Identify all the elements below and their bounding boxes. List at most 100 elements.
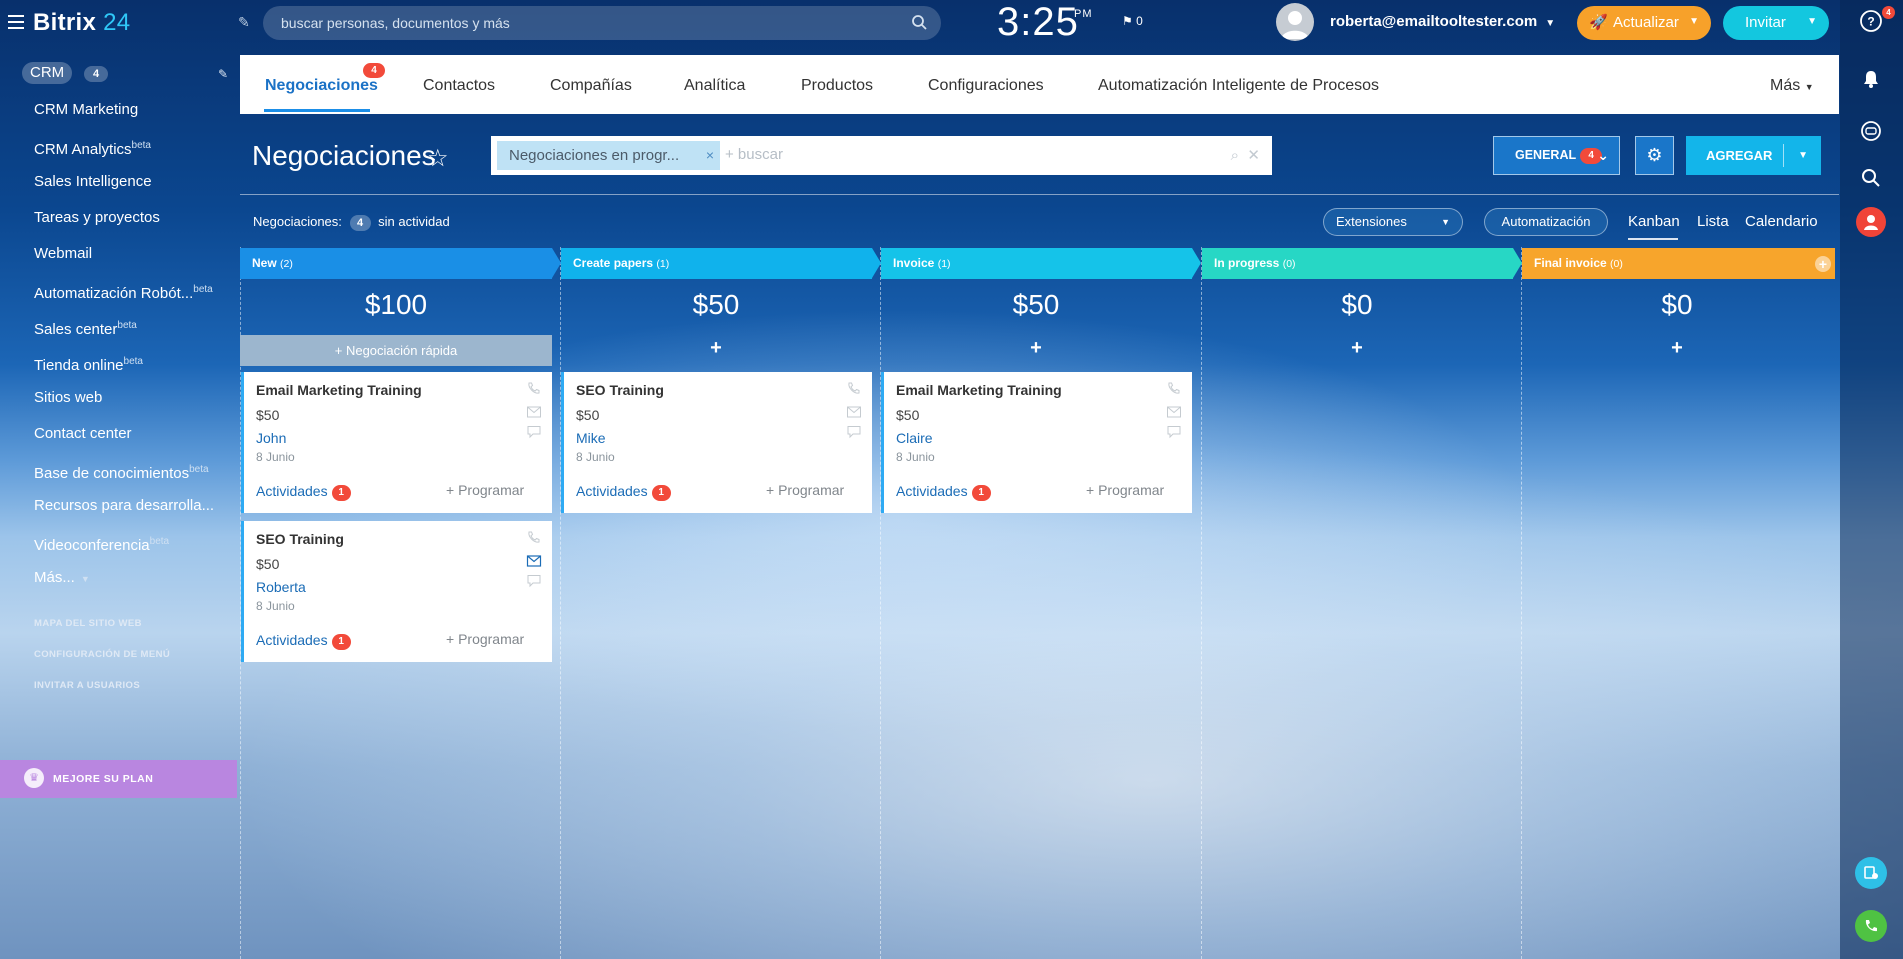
phone-icon[interactable]: [526, 382, 542, 396]
notifications-bell-icon[interactable]: [1858, 66, 1884, 92]
filter-search-input[interactable]: Negociaciones en progr... × + buscar ⌕ ✕: [491, 136, 1272, 175]
sidebar-item-videoconference[interactable]: Videoconferenciabeta: [0, 529, 237, 565]
sidebar-item-websites[interactable]: Sitios web: [0, 385, 237, 421]
sidebar-item-robotic-automation[interactable]: Automatización Robót...beta: [0, 277, 237, 313]
tab-negociaciones[interactable]: Negociaciones: [265, 77, 378, 95]
close-icon[interactable]: ×: [706, 141, 714, 170]
add-deal-plus-icon[interactable]: +: [1201, 337, 1513, 360]
stage-header-in-progress[interactable]: In progress (0): [1202, 248, 1522, 279]
chevron-down-icon[interactable]: ▼: [1798, 136, 1808, 175]
activities-link[interactable]: Actividades 1: [576, 483, 671, 501]
flag-counter[interactable]: ⚑ 0: [1122, 14, 1143, 28]
sidebar-item-crm-marketing[interactable]: CRM Marketing: [0, 97, 237, 133]
view-calendario[interactable]: Calendario: [1745, 213, 1818, 230]
search-icon[interactable]: ⌕: [1231, 147, 1239, 164]
logo[interactable]: Bitrix 24: [33, 9, 130, 37]
schedule-link[interactable]: + Programar: [766, 482, 844, 498]
phone-icon[interactable]: [526, 531, 542, 545]
sidebar-item-developer-resources[interactable]: Recursos para desarrolla...: [0, 493, 237, 529]
search-icon[interactable]: [911, 14, 927, 30]
phone-icon[interactable]: [1855, 910, 1887, 942]
tab-analitica[interactable]: Analítica: [684, 77, 745, 95]
deal-contact-link[interactable]: Mike: [576, 430, 606, 446]
sidebar-item-sales-intelligence[interactable]: Sales Intelligence: [0, 169, 237, 205]
sidebar-item-sales-center[interactable]: Sales centerbeta: [0, 313, 237, 349]
deal-contact-link[interactable]: Roberta: [256, 579, 306, 595]
tab-automatizacion[interactable]: Automatización Inteligente de Procesos: [1098, 77, 1379, 95]
email-icon[interactable]: [1166, 405, 1182, 419]
sidebar-item-tasks[interactable]: Tareas y proyectos: [0, 205, 237, 241]
count-bubble[interactable]: 4: [349, 215, 371, 231]
email-icon[interactable]: [846, 405, 862, 419]
general-button[interactable]: GENERAL 4 ⌄: [1493, 136, 1620, 175]
add-button[interactable]: AGREGAR ▼: [1686, 136, 1821, 175]
stage-header-new[interactable]: New (2): [240, 248, 561, 279]
schedule-link[interactable]: + Programar: [446, 631, 524, 647]
add-deal-plus-icon[interactable]: +: [1521, 337, 1833, 360]
phone-icon[interactable]: [1166, 382, 1182, 396]
sidebar-item-webmail[interactable]: Webmail: [0, 241, 237, 277]
edit-pencil-icon[interactable]: ✎: [218, 67, 228, 81]
sidebar-item-online-store[interactable]: Tienda onlinebeta: [0, 349, 237, 385]
stage-header-final-invoice[interactable]: Final invoice (0) +: [1522, 248, 1835, 279]
deal-card[interactable]: Email Marketing Training $50 Claire 8 Ju…: [881, 372, 1192, 513]
comment-icon[interactable]: [846, 425, 862, 439]
sidebar-item-crm[interactable]: CRM: [22, 62, 73, 84]
comment-icon[interactable]: [526, 574, 542, 588]
schedule-link[interactable]: + Programar: [446, 482, 524, 498]
deal-card[interactable]: SEO Training $50 Roberta 8 Junio Activid…: [241, 521, 552, 662]
global-search-input[interactable]: buscar personas, documentos y más: [263, 6, 941, 40]
comment-icon[interactable]: [1166, 425, 1182, 439]
close-icon[interactable]: ✕: [1247, 147, 1260, 164]
deal-card[interactable]: Email Marketing Training $50 John 8 Juni…: [241, 372, 552, 513]
avatar[interactable]: [1276, 3, 1314, 41]
search-icon[interactable]: [1858, 165, 1884, 191]
document-chat-icon[interactable]: [1855, 857, 1887, 889]
settings-button[interactable]: ⚙: [1635, 136, 1674, 175]
sidebar-item-knowledge-base[interactable]: Base de conocimientosbeta: [0, 457, 237, 493]
sitemap-link[interactable]: MAPA DEL SITIO WEB: [34, 618, 170, 649]
update-button[interactable]: 🚀 Actualizar ▼: [1577, 6, 1711, 40]
deal-contact-link[interactable]: John: [256, 430, 286, 446]
email-icon[interactable]: [526, 554, 542, 568]
user-avatar-icon[interactable]: [1856, 207, 1886, 237]
add-deal-plus-icon[interactable]: +: [560, 337, 872, 360]
add-deal-plus-icon[interactable]: +: [880, 337, 1192, 360]
extensions-button[interactable]: Extensiones ▼: [1323, 208, 1463, 236]
sidebar-item-more[interactable]: Más... ▼: [0, 565, 237, 601]
add-stage-icon[interactable]: +: [1815, 256, 1831, 272]
sidebar-item-contact-center[interactable]: Contact center: [0, 421, 237, 457]
deal-title[interactable]: SEO Training: [576, 382, 664, 398]
deal-title[interactable]: SEO Training: [256, 531, 344, 547]
activities-link[interactable]: Actividades 1: [896, 483, 991, 501]
stage-header-invoice[interactable]: Invoice (1): [881, 248, 1201, 279]
comment-icon[interactable]: [526, 425, 542, 439]
tab-contactos[interactable]: Contactos: [423, 77, 495, 95]
help-icon[interactable]: ?: [1858, 8, 1884, 34]
deal-title[interactable]: Email Marketing Training: [256, 382, 422, 398]
filter-chip[interactable]: Negociaciones en progr... ×: [497, 141, 720, 170]
menu-icon[interactable]: [8, 15, 24, 29]
tab-companias[interactable]: Compañías: [550, 77, 632, 95]
view-lista[interactable]: Lista: [1697, 213, 1729, 230]
tab-configuraciones[interactable]: Configuraciones: [928, 77, 1044, 95]
deal-card[interactable]: SEO Training $50 Mike 8 Junio Actividade…: [561, 372, 872, 513]
view-kanban[interactable]: Kanban: [1628, 213, 1680, 230]
quick-deal-button[interactable]: + Negociación rápida: [240, 335, 552, 366]
user-menu[interactable]: roberta@emailtooltester.com ▼: [1330, 13, 1555, 30]
upgrade-plan-button[interactable]: ♛ MEJORE SU PLAN: [0, 760, 237, 798]
activities-link[interactable]: Actividades 1: [256, 483, 351, 501]
tab-more[interactable]: Más ▼: [1770, 77, 1814, 95]
chat-icon[interactable]: [1858, 118, 1884, 144]
pencil-icon[interactable]: ✎: [238, 14, 250, 31]
invite-button[interactable]: Invitar ▼: [1723, 6, 1829, 40]
invite-users-link[interactable]: INVITAR A USUARIOS: [34, 680, 170, 711]
schedule-link[interactable]: + Programar: [1086, 482, 1164, 498]
deal-contact-link[interactable]: Claire: [896, 430, 933, 446]
activities-link[interactable]: Actividades 1: [256, 632, 351, 650]
menu-settings-link[interactable]: CONFIGURACIÓN DE MENÚ: [34, 649, 170, 680]
clock[interactable]: 3:25 PM: [997, 0, 1092, 45]
deal-title[interactable]: Email Marketing Training: [896, 382, 1062, 398]
stage-header-create-papers[interactable]: Create papers (1): [561, 248, 881, 279]
phone-icon[interactable]: [846, 382, 862, 396]
